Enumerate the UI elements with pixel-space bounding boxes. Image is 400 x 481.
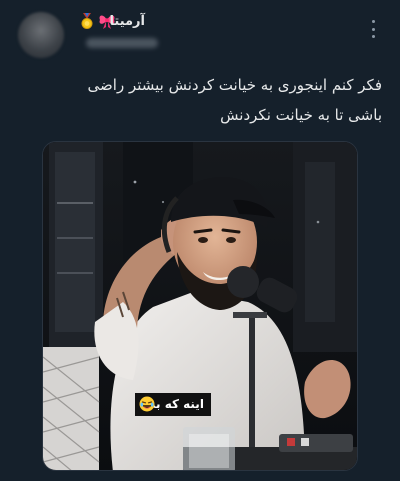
tweet-text: فکر کنم اینجوری به خیانت کردنش بیشتر راض… xyxy=(20,70,382,130)
display-name[interactable]: آرمیتا xyxy=(110,14,145,29)
tweet-text-line-1: فکر کنم اینجوری به خیانت کردنش بیشتر راض… xyxy=(87,76,382,94)
media-photo xyxy=(43,142,357,470)
avatar[interactable] xyxy=(18,12,64,58)
laughing-emoji-icon xyxy=(139,396,155,412)
tweet-media-image[interactable]: اینه که بده xyxy=(42,141,358,471)
tweet-text-line-2: باشی تا به خیانت نکردنش xyxy=(220,106,382,124)
username-handle[interactable] xyxy=(86,38,158,48)
medal-icon xyxy=(81,13,93,29)
tweet-card[interactable]: آرمیتا فکر کنم اینجوری به خیانت کردنش بی… xyxy=(0,0,400,481)
more-icon[interactable] xyxy=(368,20,378,38)
